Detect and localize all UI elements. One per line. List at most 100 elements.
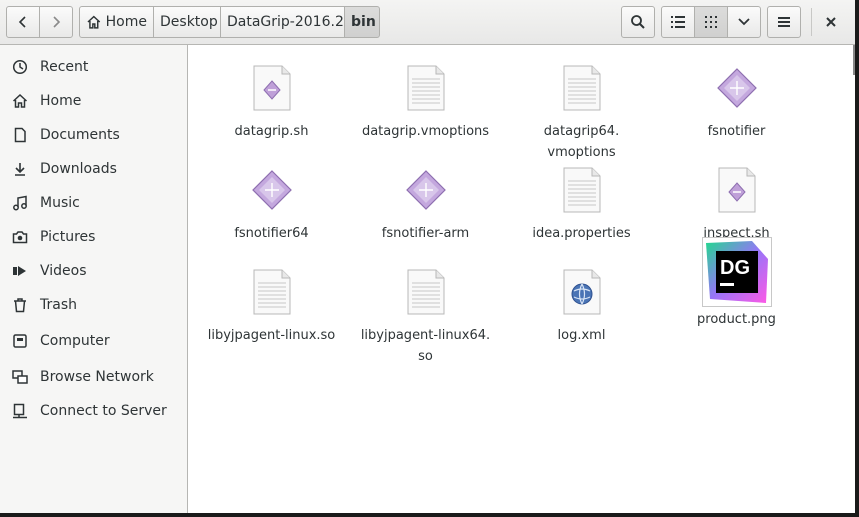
clock-icon [12,59,28,75]
file-item[interactable]: fsnotifier-arm [348,155,503,244]
executable-icon [391,155,461,225]
sidebar-item-recent[interactable]: Recent [0,52,188,82]
file-name: fsnotifier [707,124,766,139]
camera-icon [12,229,28,245]
menu-button[interactable] [767,6,801,38]
file-item[interactable]: idea.properties [504,155,659,244]
logo-text: DG [720,257,750,279]
executable-icon [237,155,307,225]
sidebar-item-documents[interactable]: Documents [0,120,188,150]
grid-view-icon [705,16,717,28]
script-file-icon [237,53,307,123]
sidebar-item-label: Browse Network [40,369,154,385]
file-name: libyjpagent-linux.so [207,328,336,343]
hamburger-menu-icon [778,17,790,27]
file-name: datagrip.sh [234,124,309,139]
file-item[interactable]: log.xml [504,257,659,346]
sidebar-item-label: Videos [40,263,87,279]
list-view-button[interactable] [661,6,695,38]
file-name: fsnotifier-arm [381,226,470,241]
sidebar-item-label: Pictures [40,229,96,245]
sidebar-item-browse-network[interactable]: Browse Network [0,362,188,392]
breadcrumb-home[interactable]: Home [79,6,154,38]
sidebar-item-label: Connect to Server [40,403,167,419]
sidebar-item-downloads[interactable]: Downloads [0,154,188,184]
file-item[interactable]: datagrip64. vmoptions [504,53,659,163]
sidebar: Recent Home Documents Downloads Music Pi… [0,45,188,513]
sidebar-item-computer[interactable]: Computer [0,326,188,356]
sidebar-item-label: Computer [40,333,110,349]
file-item[interactable]: libyjpagent-linux64. so [348,257,503,367]
scrollbar[interactable] [853,45,855,75]
sidebar-item-label: Trash [40,297,77,313]
script-file-icon [702,155,772,225]
chevron-right-icon [53,16,61,28]
grid-view-button[interactable] [694,6,728,38]
datagrip-logo-icon: DG [705,241,768,303]
close-button[interactable] [818,6,844,38]
chevron-down-icon [738,18,750,26]
download-icon [12,161,28,177]
document-icon [12,127,28,143]
view-options-button[interactable] [727,6,761,38]
executable-icon [702,53,772,123]
sidebar-item-label: Music [40,195,80,211]
file-item[interactable]: DG product.png [659,237,814,330]
text-file-icon [391,53,461,123]
image-thumbnail: DG [701,237,772,307]
search-icon [631,15,645,29]
forward-button[interactable] [39,6,73,38]
sidebar-item-label: Home [40,93,82,109]
home-icon [12,93,28,109]
breadcrumb-desktop-label: Desktop [160,14,218,30]
sidebar-item-connect-server[interactable]: Connect to Server [0,396,188,426]
sidebar-item-label: Recent [40,59,89,75]
search-button[interactable] [621,6,655,38]
xml-file-icon [547,257,617,327]
file-name: log.xml [557,328,606,343]
music-icon [12,195,28,211]
video-icon [12,263,28,279]
text-file-icon [237,257,307,327]
file-item[interactable]: libyjpagent-linux.so [194,257,349,346]
chevron-left-icon [18,16,26,28]
network-icon [12,369,28,385]
file-name: fsnotifier64 [234,226,309,241]
sidebar-item-label: Downloads [40,161,117,177]
sidebar-item-label: Documents [40,127,120,143]
breadcrumb-desktop[interactable]: Desktop [153,6,221,38]
file-item[interactable]: datagrip.vmoptions [348,53,503,142]
file-manager-window: Home Desktop DataGrip-2016.2 bin Recent … [0,0,855,513]
computer-icon [12,333,28,349]
text-file-icon [391,257,461,327]
close-icon [826,17,836,27]
text-file-icon [547,53,617,123]
breadcrumb-datagrip[interactable]: DataGrip-2016.2 [220,6,345,38]
file-name: datagrip.vmoptions [361,124,490,139]
file-name: idea.properties [532,226,631,241]
file-item[interactable]: datagrip.sh [194,53,349,142]
sidebar-item-trash[interactable]: Trash [0,290,188,320]
file-grid: datagrip.sh datagrip.vmoptions datagrip6… [189,45,855,513]
file-name: product.png [697,312,776,327]
sidebar-item-home[interactable]: Home [0,86,188,116]
home-icon [87,15,101,29]
text-file-icon [547,155,617,225]
file-item[interactable]: fsnotifier64 [194,155,349,244]
header-separator [811,8,812,36]
list-view-icon [671,16,685,28]
file-item[interactable]: fsnotifier [659,53,814,142]
sidebar-item-music[interactable]: Music [0,188,188,218]
back-button[interactable] [6,6,40,38]
breadcrumb-home-label: Home [105,14,147,30]
breadcrumb-bin[interactable]: bin [344,6,380,38]
server-icon [12,403,28,419]
breadcrumb-bin-label: bin [351,14,376,30]
trash-icon [12,297,28,313]
sidebar-item-pictures[interactable]: Pictures [0,222,188,252]
header-bar: Home Desktop DataGrip-2016.2 bin [0,0,855,45]
breadcrumb-datagrip-label: DataGrip-2016.2 [227,14,344,30]
sidebar-item-videos[interactable]: Videos [0,256,188,286]
file-name: libyjpagent-linux64. so [360,328,491,364]
file-item[interactable]: inspect.sh [659,155,814,244]
